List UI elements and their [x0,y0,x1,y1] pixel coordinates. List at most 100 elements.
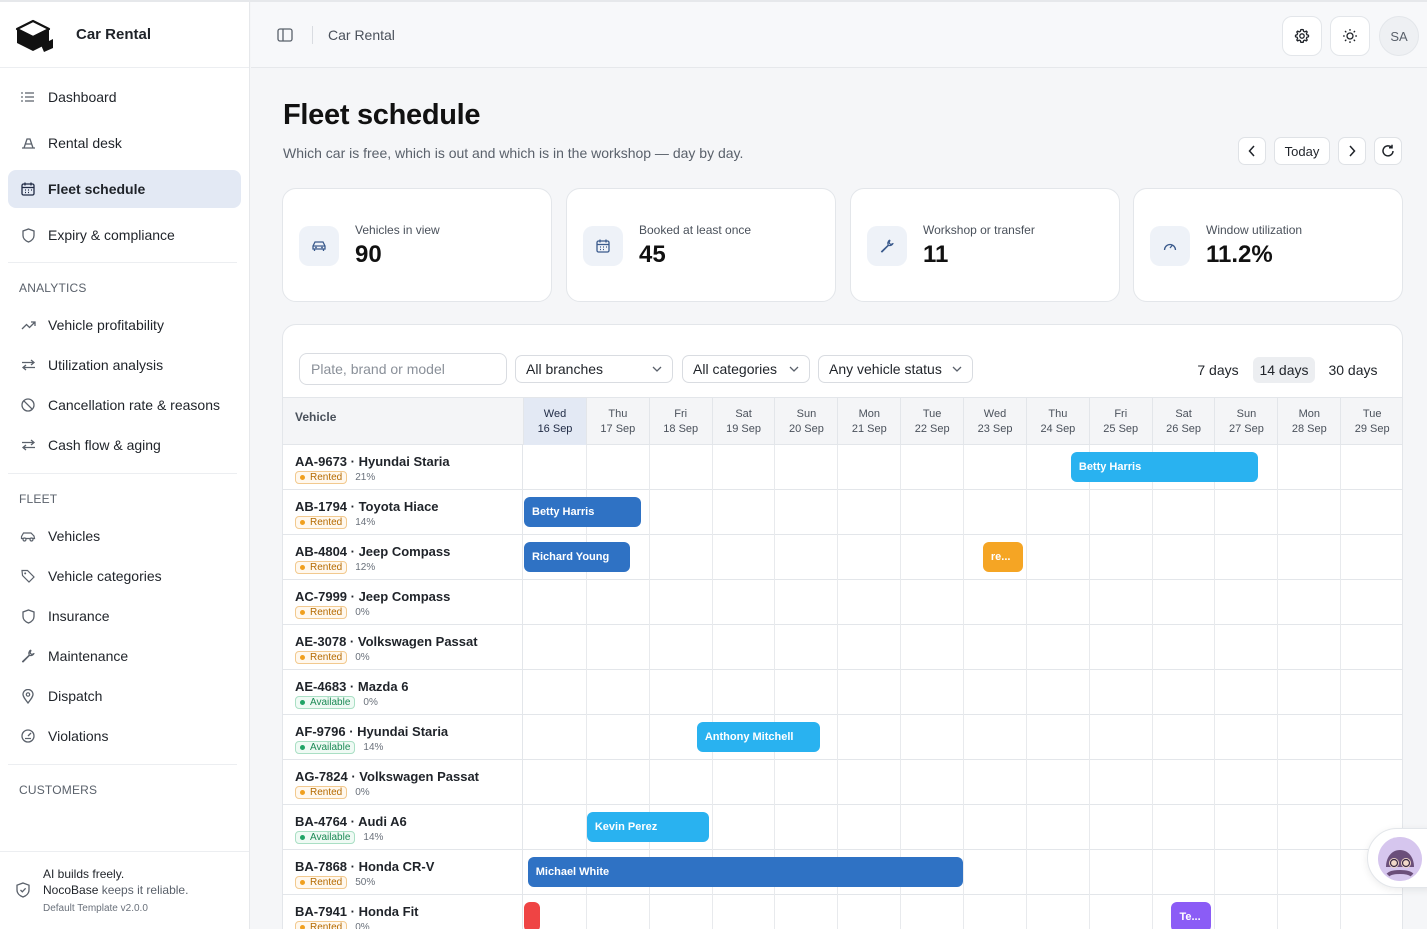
status-label: Rented [310,787,343,798]
vehicle-name[interactable]: AE-3078 · Volkswagen Passat [295,634,478,649]
shield-check-icon [16,882,30,898]
day-date: 19 Sep [726,423,762,435]
day-header: Fri 18 Sep [648,398,712,445]
table-row[interactable]: AC-7999 · Jeep Compass Rented 0% [283,580,1402,625]
grid-line [711,625,713,670]
table-row[interactable]: AB-4804 · Jeep Compass Rented 12% Richard Y… [283,535,1402,580]
grid-line [1151,760,1153,805]
vehicle-name[interactable]: AG-7824 · Volkswagen Passat [295,769,479,784]
vehicle-name[interactable]: AF-9796 · Hyundai Staria [295,724,448,739]
table-row[interactable]: AE-3078 · Volkswagen Passat Rented 0% [283,625,1402,670]
booking-bar[interactable]: Te... [1171,902,1212,929]
day-date: 21 Sep [851,423,887,435]
sidebar-item-insurance[interactable]: Insurance [8,598,241,634]
sidebar-toggle-icon[interactable] [277,28,293,42]
grid-line [1340,535,1342,580]
table-row[interactable]: AB-1794 · Toyota Hiace Rented 14% Betty Har… [283,490,1402,535]
sidebar-item-maintenance[interactable]: Maintenance [8,638,241,674]
branch-select[interactable]: All branches [515,355,673,383]
vehicle-name[interactable]: AB-4804 · Jeep Compass [295,544,450,559]
search-input[interactable] [299,353,507,385]
brand[interactable]: Car Rental [0,2,249,68]
divider [522,850,523,895]
sidebar-item-dashboard[interactable]: Dashboard [8,78,241,116]
calendar-icon [20,181,36,197]
vehicle-name[interactable]: BA-7941 · Honda Fit [295,904,419,919]
booking-bar[interactable]: re... [982,542,1023,572]
grid-line [648,715,650,760]
booking-bar[interactable]: Richard Young [524,542,630,572]
chevron-left-icon [1248,145,1255,157]
sun-icon [1343,29,1357,43]
sidebar-item-utilization-analysis[interactable]: Utilization analysis [8,347,241,383]
booking-bar[interactable]: Anthony Mitchell [696,722,821,752]
grid-line [1214,760,1216,805]
sidebar-item-vehicles[interactable]: Vehicles [8,518,241,554]
grid-line [837,670,839,715]
category-select[interactable]: All categories [682,355,810,383]
prev-button[interactable] [1238,137,1266,165]
grid-line [1340,580,1342,625]
theme-toggle-button[interactable] [1330,16,1370,56]
vehicle-name[interactable]: AB-1794 · Toyota Hiace [295,499,439,514]
table-row[interactable]: AG-7824 · Volkswagen Passat Rented 0% [283,760,1402,805]
divider [522,715,523,760]
range-30-days[interactable]: 30 days [1323,357,1383,383]
status-select[interactable]: Any vehicle status [818,355,973,383]
breadcrumb[interactable]: Car Rental [328,27,395,43]
sidebar-item-dispatch[interactable]: Dispatch [8,678,241,714]
booking-bar[interactable]: Kevin Perez [586,812,710,842]
day-of-week: Sat [735,408,752,420]
chevron-down-icon [652,366,662,372]
grid-line [648,580,650,625]
divider [522,445,523,490]
settings-button[interactable] [1282,16,1322,56]
vehicle-name[interactable]: BA-4764 · Audi A6 [295,814,407,829]
shield-icon [20,227,36,243]
next-button[interactable] [1338,137,1366,165]
booking-bar[interactable]: Betty Harris [524,497,641,527]
vehicle-name[interactable]: AC-7999 · Jeep Compass [295,589,450,604]
booking-bar[interactable] [524,902,540,929]
today-button[interactable]: Today [1274,137,1330,165]
table-row[interactable]: BA-7868 · Honda CR-V Rented 50% Michael Whi… [283,850,1402,895]
sidebar-item-violations[interactable]: Violations [8,718,241,754]
grid-line [1088,895,1090,929]
avatar[interactable]: SA [1379,16,1419,56]
refresh-button[interactable] [1374,137,1402,165]
footer-brand: NocoBase [43,883,99,897]
booking-bar[interactable]: Betty Harris [1070,452,1259,482]
sidebar-item-vehicle-profitability[interactable]: Vehicle profitability [8,307,241,343]
sidebar-item-label: Violations [48,728,109,744]
table-row[interactable]: AF-9796 · Hyundai Staria Available 14% Anth… [283,715,1402,760]
vehicle-name[interactable]: BA-7868 · Honda CR-V [295,859,434,874]
wrench-icon [867,226,907,266]
vehicle-name[interactable]: AE-4683 · Mazda 6 [295,679,408,694]
sidebar-item-cancellation-rate[interactable]: Cancellation rate & reasons [8,387,241,423]
range-7-days[interactable]: 7 days [1191,357,1245,383]
table-row[interactable]: BA-4764 · Audi A6 Available 14% Kevin Perez [283,805,1402,850]
grid-line [1340,850,1342,895]
ai-assistant-button[interactable] [1367,828,1427,888]
sidebar-item-cash-flow[interactable]: Cash flow & aging [8,427,241,463]
booking-bar[interactable]: Michael White [527,857,963,887]
day-header: Mon 21 Sep [837,398,900,445]
table-row[interactable]: BA-7941 · Honda Fit Rented 0% Te... [283,895,1402,929]
stat-card-utilization: Window utilization 11.2% [1133,188,1403,302]
day-date: 24 Sep [1040,423,1076,435]
grid-line [963,535,965,580]
table-row[interactable]: AE-4683 · Mazda 6 Available 0% [283,670,1402,715]
status-label: Rented [310,922,343,929]
sidebar-item-fleet-schedule[interactable]: Fleet schedule [8,170,241,208]
sidebar-item-rental-desk[interactable]: Rental desk [8,124,241,162]
vehicle-name[interactable]: AA-9673 · Hyundai Staria [295,454,450,469]
sidebar-item-vehicle-categories[interactable]: Vehicle categories [8,558,241,594]
table-row[interactable]: AA-9673 · Hyundai Staria Rented 21% Betty H… [283,445,1402,490]
grid-line [1214,625,1216,670]
ban-icon [20,397,36,413]
divider [522,895,523,929]
grid-line [1151,670,1153,715]
range-14-days[interactable]: 14 days [1253,357,1315,383]
sidebar-item-expiry-compliance[interactable]: Expiry & compliance [8,216,241,254]
day-date: 26 Sep [1166,423,1202,435]
